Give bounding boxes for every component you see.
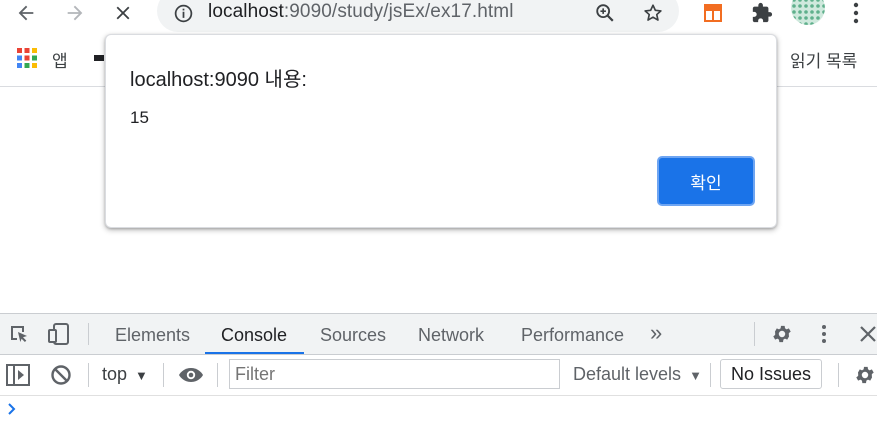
- console-settings-gear-icon[interactable]: [854, 364, 876, 391]
- console-prompt-icon[interactable]: [7, 402, 17, 420]
- sidebar-toggle-icon[interactable]: [6, 364, 30, 391]
- inspect-element-icon[interactable]: [8, 323, 30, 350]
- avatar[interactable]: [791, 0, 825, 26]
- tab-network[interactable]: Network: [418, 314, 484, 354]
- back-icon[interactable]: [12, 0, 40, 26]
- dialog-title: localhost:9090 내용:: [130, 69, 307, 91]
- dialog-message: 15: [130, 108, 149, 127]
- url-text[interactable]: localhost:9090/study/jsEx/ex17.html: [208, 0, 514, 24]
- alert-dialog: localhost:9090 내용: 15 확인: [105, 34, 777, 228]
- separator: [754, 322, 755, 346]
- log-levels-value: Default levels: [573, 364, 682, 384]
- settings-gear-icon[interactable]: [771, 323, 793, 350]
- clear-console-icon[interactable]: [50, 364, 72, 391]
- puzzle-icon[interactable]: [749, 0, 775, 26]
- url-host: localhost: [208, 1, 284, 22]
- bookmark-favicon-icon[interactable]: [94, 55, 104, 61]
- log-levels-select[interactable]: Default levels ▼: [573, 364, 702, 385]
- apps-label[interactable]: 앱: [52, 47, 68, 72]
- star-icon[interactable]: [640, 0, 666, 26]
- devtools-tab-bar: Elements Console Sources Network Perform…: [0, 314, 877, 355]
- devtools-more-icon[interactable]: [821, 324, 827, 349]
- extension-icon[interactable]: [701, 0, 725, 26]
- separator: [217, 363, 218, 387]
- chevron-down-icon: ▼: [689, 368, 702, 383]
- filter-input[interactable]: Filter: [229, 359, 560, 389]
- context-value: top: [102, 364, 128, 384]
- eye-icon[interactable]: [178, 365, 204, 390]
- ok-button[interactable]: 확인: [657, 156, 755, 206]
- stop-icon[interactable]: [108, 0, 138, 26]
- console-toolbar: top ▼ Filter Default levels ▼ No Issues: [0, 355, 877, 396]
- tab-console[interactable]: Console: [221, 314, 287, 354]
- devtools-panel: Elements Console Sources Network Perform…: [0, 313, 877, 424]
- separator: [163, 363, 164, 387]
- active-tab-indicator: [205, 352, 304, 354]
- separator: [838, 363, 839, 387]
- device-toolbar-icon[interactable]: [47, 322, 71, 351]
- separator: [710, 363, 711, 387]
- apps-icon[interactable]: [17, 48, 37, 73]
- tab-performance[interactable]: Performance: [521, 314, 624, 354]
- forward-icon[interactable]: [61, 0, 89, 26]
- separator: [88, 323, 89, 345]
- browser-toolbar: localhost:9090/study/jsEx/ex17.html: [0, 0, 877, 32]
- more-tabs-icon[interactable]: »: [650, 314, 662, 354]
- more-icon[interactable]: [846, 0, 866, 26]
- separator: [88, 363, 89, 387]
- zoom-icon[interactable]: [592, 0, 618, 26]
- url-path: :9090/study/jsEx/ex17.html: [283, 1, 514, 22]
- info-icon[interactable]: [171, 0, 195, 26]
- issues-button[interactable]: No Issues: [720, 359, 822, 389]
- reading-list-label[interactable]: 읽기 목록: [790, 47, 857, 72]
- chevron-down-icon: ▼: [135, 368, 148, 383]
- tab-elements[interactable]: Elements: [115, 314, 190, 354]
- context-select[interactable]: top ▼: [102, 364, 148, 385]
- tab-sources[interactable]: Sources: [320, 314, 386, 354]
- close-devtools-icon[interactable]: [859, 325, 877, 348]
